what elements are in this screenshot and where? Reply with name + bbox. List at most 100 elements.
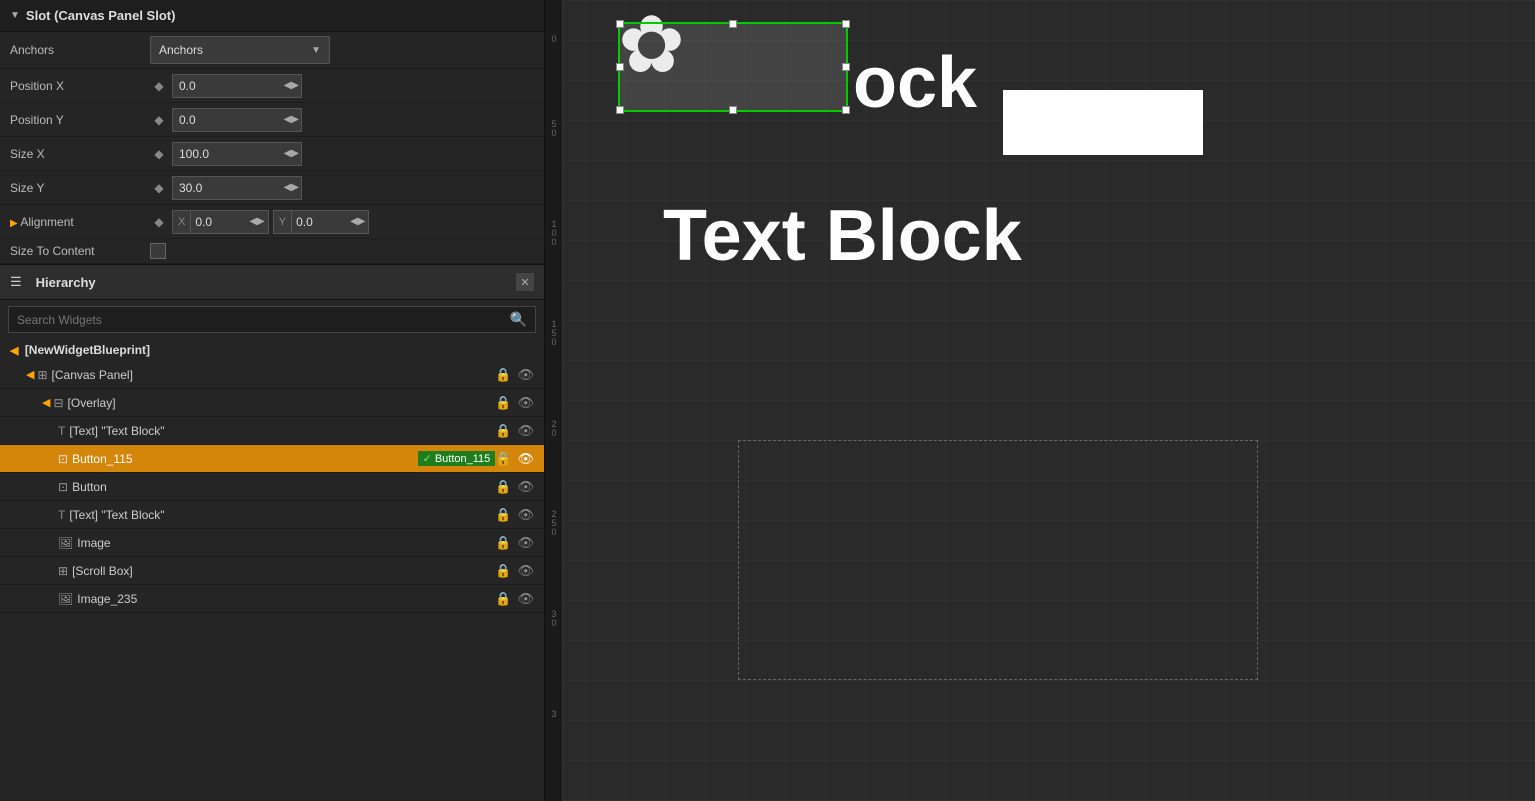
overlay-eye-icon[interactable]: 👁 (517, 395, 534, 411)
rename-badge: ✓ Button_115 (418, 451, 496, 466)
button-label: Button (72, 480, 495, 494)
position-y-label: Position Y (10, 113, 150, 127)
alignment-label-text: Alignment (20, 215, 73, 229)
hierarchy-header: ☰ Hierarchy ✕ (0, 265, 544, 300)
button-115-icon: ⊡ (58, 452, 68, 466)
handle-bc[interactable] (729, 106, 737, 114)
image-icons: 🔒 👁 (495, 535, 534, 551)
position-x-reset-btn[interactable]: ◆ (150, 77, 168, 95)
tree-item-text-block-2[interactable]: T [Text] "Text Block" 🔒 👁 (0, 501, 544, 529)
image-eye-icon[interactable]: 👁 (517, 535, 534, 551)
tree-item-overlay[interactable]: ◀ ⊟ [Overlay] 🔒 👁 (0, 389, 544, 417)
text-block-1-label: [Text] "Text Block" (69, 424, 495, 438)
hierarchy-close-btn[interactable]: ✕ (516, 273, 534, 291)
scroll-box-icon: ⊞ (58, 564, 68, 578)
handle-bl[interactable] (616, 106, 624, 114)
alignment-x-input[interactable] (191, 215, 246, 229)
overlay-icons: 🔒 👁 (495, 395, 534, 411)
button-lock-icon[interactable]: 🔒 (495, 479, 511, 495)
handle-tr[interactable] (842, 20, 850, 28)
button-115-label: Button_115 (72, 452, 412, 466)
hierarchy-title: Hierarchy (36, 275, 508, 290)
size-y-input[interactable] (172, 176, 302, 200)
position-x-input[interactable] (172, 74, 302, 98)
button-icons: 🔒 👁 (495, 479, 534, 495)
tree-item-button[interactable]: ⊡ Button 🔒 👁 (0, 473, 544, 501)
image-235-eye-icon[interactable]: 👁 (517, 591, 534, 607)
handle-mr[interactable] (842, 63, 850, 71)
position-y-input-wrapper: ◀▶ (172, 108, 302, 132)
alignment-y-label: Y (274, 211, 292, 233)
tree-item-text-block-1[interactable]: T [Text] "Text Block" 🔒 👁 (0, 417, 544, 445)
alignment-row: ▶ Alignment ◆ X ◀▶ Y ◀▶ (0, 205, 544, 239)
button-115-eye-icon[interactable]: 👁 (517, 451, 534, 467)
ruler-mark-250: 250 (545, 510, 563, 537)
ruler-mark-0: 0 (545, 35, 563, 44)
tree-item-image-235[interactable]: 🖼 Image_235 🔒 👁 (0, 585, 544, 613)
handle-ml[interactable] (616, 63, 624, 71)
image-235-label: Image_235 (77, 592, 495, 606)
button-115-lock-icon[interactable]: 🔒 (495, 451, 511, 467)
size-x-reset-btn[interactable]: ◆ (150, 145, 168, 163)
text-block-2-eye-icon[interactable]: 👁 (517, 507, 534, 523)
scroll-box-eye-icon[interactable]: 👁 (517, 563, 534, 579)
handle-br[interactable] (842, 106, 850, 114)
alignment-label: ▶ Alignment (10, 215, 150, 229)
scroll-box-icons: 🔒 👁 (495, 563, 534, 579)
text-block-2-lock-icon[interactable]: 🔒 (495, 507, 511, 523)
position-y-row: Position Y ◆ ◀▶ (0, 103, 544, 137)
search-input[interactable] (17, 313, 504, 327)
anchors-dropdown[interactable]: Anchors ▼ (150, 36, 330, 64)
scroll-box-lock-icon[interactable]: 🔒 (495, 563, 511, 579)
canvas-area: 0 50 100 150 20 250 30 3 ✿ (545, 0, 1535, 801)
text-block-1-lock-icon[interactable]: 🔒 (495, 423, 511, 439)
size-x-input[interactable] (172, 142, 302, 166)
alignment-controls: ◆ X ◀▶ Y ◀▶ (150, 210, 534, 234)
canvas-background: 0 50 100 150 20 250 30 3 ✿ (545, 0, 1535, 801)
position-x-row: Position X ◆ ◀▶ (0, 69, 544, 103)
image-icon: 🖼 (58, 536, 73, 550)
image-235-lock-icon[interactable]: 🔒 (495, 591, 511, 607)
size-y-reset-btn[interactable]: ◆ (150, 179, 168, 197)
button-eye-icon[interactable]: 👁 (517, 479, 534, 495)
position-x-controls: ◆ ◀▶ (150, 74, 534, 98)
slot-header: ▼ Slot (Canvas Panel Slot) (0, 0, 544, 32)
canvas-panel-icons: 🔒 👁 (495, 367, 534, 383)
alignment-y-input[interactable] (292, 215, 347, 229)
ruler-mark-100: 100 (545, 220, 563, 247)
alignment-reset-btn[interactable]: ◆ (150, 213, 168, 231)
text-block-canvas: Text Block (663, 195, 1022, 277)
canvas-panel-lock-icon[interactable]: 🔒 (495, 367, 511, 383)
handle-tl[interactable] (616, 20, 624, 28)
size-to-content-label: Size To Content (10, 244, 150, 258)
position-y-reset-btn[interactable]: ◆ (150, 111, 168, 129)
scroll-box-label: [Scroll Box] (72, 564, 495, 578)
text-block-1-icon: T (58, 424, 65, 438)
slot-arrow-icon: ▼ (10, 10, 20, 21)
ruler-mark-50: 50 (545, 120, 563, 138)
anchors-controls: Anchors ▼ (150, 36, 534, 64)
overlay-lock-icon[interactable]: 🔒 (495, 395, 511, 411)
alignment-x-label: X (173, 211, 191, 233)
canvas-panel-eye-icon[interactable]: 👁 (517, 367, 534, 383)
selected-widget-outline[interactable] (618, 22, 848, 112)
overlay-icon: ⊟ (53, 396, 63, 410)
tree-item-button-115[interactable]: ⊡ Button_115 ✓ Button_115 🔒 👁 (0, 445, 544, 473)
tree-item-scroll-box[interactable]: ⊞ [Scroll Box] 🔒 👁 (0, 557, 544, 585)
slot-title: Slot (Canvas Panel Slot) (26, 8, 176, 23)
canvas-content: ✿ ock Text Block (563, 0, 1535, 801)
tree-root-item[interactable]: ◀ [NewWidgetBlueprint] (0, 339, 544, 361)
rename-check-icon: ✓ (423, 452, 432, 465)
text-block-2-label: [Text] "Text Block" (69, 508, 495, 522)
canvas-panel-expand-icon: ◀ (26, 368, 34, 381)
position-y-input[interactable] (172, 108, 302, 132)
text-block-1-eye-icon[interactable]: 👁 (517, 423, 534, 439)
ruler-mark-350: 3 (545, 710, 563, 719)
alignment-y-input-wrapper: Y ◀▶ (273, 210, 370, 234)
handle-tc[interactable] (729, 20, 737, 28)
size-to-content-checkbox[interactable] (150, 243, 166, 259)
tree-item-image[interactable]: 🖼 Image 🔒 👁 (0, 529, 544, 557)
tree-item-canvas-panel[interactable]: ◀ ⊞ [Canvas Panel] 🔒 👁 (0, 361, 544, 389)
image-lock-icon[interactable]: 🔒 (495, 535, 511, 551)
alignment-x-arrow-icon: ◀▶ (246, 216, 267, 227)
